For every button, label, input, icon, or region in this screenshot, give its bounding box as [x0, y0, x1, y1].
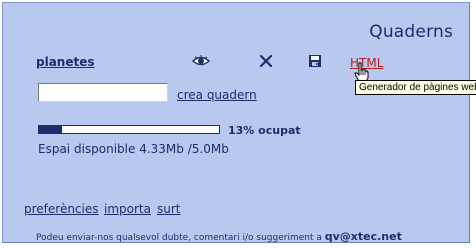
- preferences-link[interactable]: preferències: [24, 202, 99, 216]
- create-notebook-link[interactable]: crea quadern: [177, 88, 257, 102]
- new-notebook-input[interactable]: [38, 83, 168, 102]
- exit-link[interactable]: surt: [157, 202, 181, 216]
- contact-email[interactable]: qv@xtec.net: [325, 230, 402, 243]
- eye-icon[interactable]: [192, 53, 210, 69]
- storage-percent-label: 13% ocupat: [228, 124, 301, 137]
- floppy-disk-icon[interactable]: [306, 53, 324, 69]
- storage-progress-fill: [39, 126, 63, 133]
- available-space-text: Espai disponible 4.33Mb /5.0Mb: [38, 142, 229, 156]
- main-panel: Quaderns planetes HTML Generador de pàgi…: [2, 2, 476, 243]
- notebook-name-link[interactable]: planetes: [36, 55, 95, 69]
- storage-progress-bar: [38, 125, 220, 134]
- close-icon[interactable]: [257, 53, 275, 69]
- page-title: Quaderns: [369, 22, 453, 42]
- contact-message: Podeu enviar-nos qualsevol dubte, coment…: [36, 230, 402, 243]
- tooltip: Generador de pàgines web: [355, 80, 476, 95]
- contact-text: Podeu enviar-nos qualsevol dubte, coment…: [36, 233, 322, 243]
- import-link[interactable]: importa: [104, 202, 151, 216]
